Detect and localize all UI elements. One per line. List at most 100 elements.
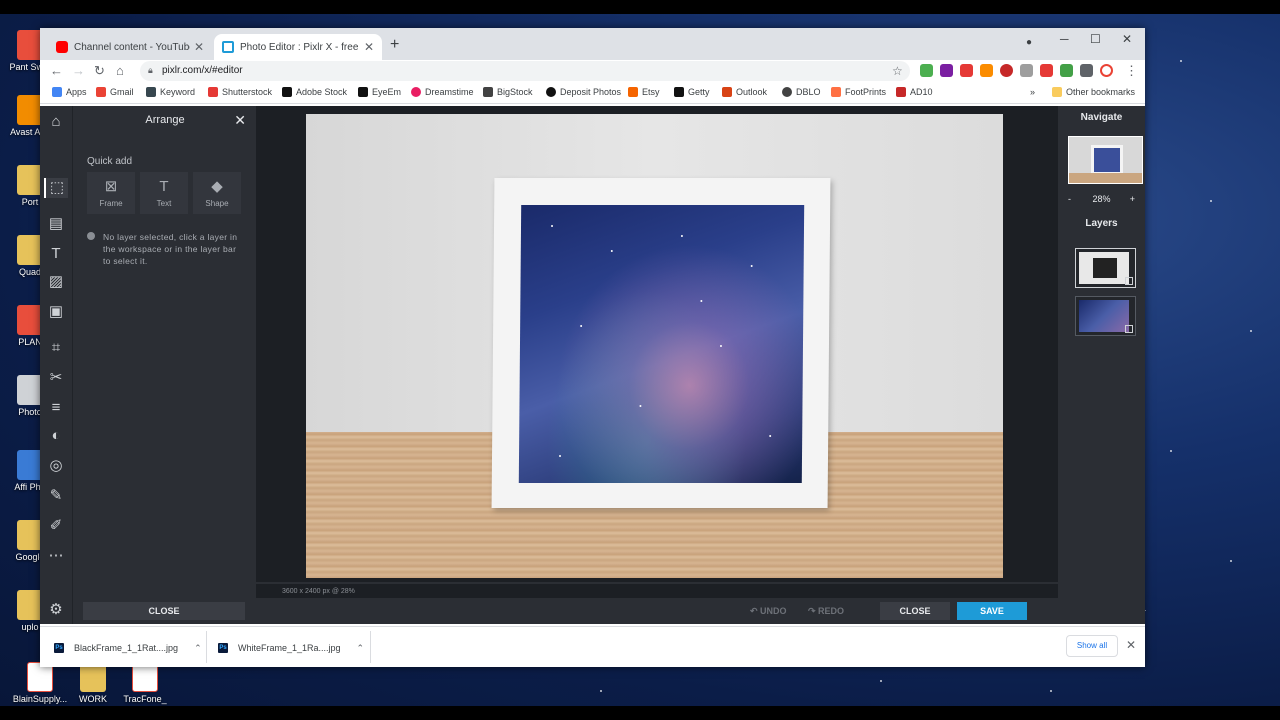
bookmark-dblo[interactable]: DBLO xyxy=(782,87,821,97)
zoom-in-button[interactable]: + xyxy=(1130,194,1135,204)
text-icon: T xyxy=(159,177,169,195)
horizontal-scrollbar[interactable] xyxy=(256,582,1058,584)
minimize-icon[interactable]: ─ xyxy=(1060,32,1069,46)
bookmark-getty[interactable]: Getty xyxy=(674,87,710,97)
bookmark-apps[interactable]: Apps xyxy=(52,87,87,97)
quick-add-frame-button[interactable]: ⊠ Frame xyxy=(87,172,135,214)
extension-icon[interactable] xyxy=(920,64,933,77)
star-dot xyxy=(750,265,753,267)
extension-icon[interactable] xyxy=(980,64,993,77)
bookmark-label: EyeEm xyxy=(372,87,402,97)
bookmark-ad10[interactable]: AD10 xyxy=(896,87,933,97)
quick-add-text-button[interactable]: T Text xyxy=(140,172,188,214)
outlook-icon xyxy=(722,87,732,97)
show-all-button[interactable]: Show all xyxy=(1066,635,1118,657)
extension-icon[interactable] xyxy=(940,64,953,77)
gmail-icon xyxy=(96,87,106,97)
bookmark-footprints[interactable]: FootPrints xyxy=(831,87,886,97)
more-bookmarks-button[interactable]: » xyxy=(1030,87,1035,97)
address-bar[interactable]: 🔒︎ pixlr.com/x/#editor xyxy=(140,61,910,81)
settings-gear-icon[interactable]: ⚙ xyxy=(46,600,66,620)
bookmark-adobe-stock[interactable]: Adobe Stock xyxy=(282,87,347,97)
cutout-scissors-icon[interactable]: ✂ xyxy=(46,368,66,388)
workspace[interactable]: 3600 x 2400 px @ 28% xyxy=(256,106,1058,624)
tab-pixlr-editor[interactable]: Photo Editor : Pixlr X - free image ✕ xyxy=(214,34,382,60)
profile-menu-icon[interactable]: ● xyxy=(1026,37,1032,48)
liquify-icon[interactable]: ◎ xyxy=(46,456,66,476)
arrange-panel: Arrange ✕ Quick add ⊠ Frame T Text ◆ Sha… xyxy=(72,106,256,624)
chevron-up-icon[interactable]: ⌃ xyxy=(357,643,365,654)
pattern-tool-icon[interactable]: ▨ xyxy=(46,272,66,292)
bookmark-keyword[interactable]: Keyword xyxy=(146,87,195,97)
home-icon[interactable]: ⌂ xyxy=(116,63,124,78)
redo-button[interactable]: ↷ REDO xyxy=(808,602,844,620)
chevron-up-icon[interactable]: ⌃ xyxy=(194,643,202,654)
arrange-tool-icon[interactable]: ⬚ xyxy=(44,178,68,198)
bookmark-dreamstime[interactable]: Dreamstime xyxy=(411,87,474,97)
adjust-sliders-icon[interactable]: ≡ xyxy=(46,398,66,418)
bookmark-shutterstock[interactable]: Shutterstock xyxy=(208,87,272,97)
top-black-bar xyxy=(0,0,1280,14)
reload-icon[interactable]: ↻ xyxy=(94,63,105,79)
star-dot xyxy=(559,455,562,457)
desktop-icon-label: Photo xyxy=(18,407,42,417)
undo-button[interactable]: ↶ UNDO xyxy=(750,602,787,620)
camera-extension-icon[interactable] xyxy=(1020,64,1033,77)
forward-icon[interactable]: → xyxy=(72,63,85,78)
filter-icon[interactable]: ◐ xyxy=(46,426,66,446)
draw-brush-icon[interactable]: ✐ xyxy=(46,516,66,536)
download-item[interactable]: Ps BlackFrame_1_1Rat....jpg ⌃ xyxy=(54,638,202,658)
save-button[interactable]: SAVE xyxy=(957,602,1027,620)
layer-galaxy[interactable] xyxy=(1075,296,1136,336)
retouch-icon[interactable]: ✎ xyxy=(46,486,66,506)
layer-visibility-checkbox[interactable] xyxy=(1125,277,1133,285)
desktop-icon[interactable]: WORK xyxy=(63,662,123,704)
bookmark-gmail[interactable]: Gmail xyxy=(96,87,134,97)
layer-frame[interactable] xyxy=(1075,248,1136,288)
image-tool-icon[interactable]: ▣ xyxy=(46,302,66,322)
bookmark-etsy[interactable]: Etsy xyxy=(628,87,660,97)
download-item[interactable]: Ps WhiteFrame_1_1Ra....jpg ⌃ xyxy=(218,638,364,658)
divider xyxy=(206,631,207,663)
extension-icon[interactable] xyxy=(1000,64,1013,77)
close-panel-icon[interactable]: ✕ xyxy=(234,112,246,129)
puzzle-extensions-icon[interactable] xyxy=(1080,64,1093,77)
browser-window: Channel content - YouTube Studio ✕ Photo… xyxy=(40,28,1146,667)
quick-add-shape-button[interactable]: ◆ Shape xyxy=(193,172,241,214)
close-downloads-icon[interactable]: ✕ xyxy=(1126,638,1136,652)
desktop-icon[interactable]: BlainSupply... xyxy=(10,662,70,704)
tab-youtube-studio[interactable]: Channel content - YouTube Studio ✕ xyxy=(48,34,212,60)
menu-kebab-icon[interactable]: ⋮ xyxy=(1125,63,1138,79)
ad10-icon xyxy=(896,87,906,97)
close-window-icon[interactable]: ✕ xyxy=(1122,32,1132,46)
text-tool-icon[interactable]: T xyxy=(46,244,66,264)
crop-icon[interactable]: ⌗ xyxy=(46,338,66,358)
back-icon[interactable]: ← xyxy=(50,63,63,78)
tab-strip: Channel content - YouTube Studio ✕ Photo… xyxy=(40,28,1145,60)
desktop-icon[interactable]: TracFone_ xyxy=(115,662,175,704)
redo-label: REDO xyxy=(818,606,845,616)
layers-tool-icon[interactable]: ▤ xyxy=(46,214,66,234)
other-bookmarks[interactable]: Other bookmarks xyxy=(1052,87,1135,97)
bookmark-deposit-photos[interactable]: Deposit Photos xyxy=(546,87,621,97)
bookmark-eyeem[interactable]: EyeEm xyxy=(358,87,401,97)
extension-icon[interactable] xyxy=(1060,64,1073,77)
extension-icon[interactable] xyxy=(1040,64,1053,77)
maximize-icon[interactable]: ☐ xyxy=(1090,32,1101,46)
profile-avatar-icon[interactable] xyxy=(1100,64,1113,77)
close-tab-icon[interactable]: ✕ xyxy=(364,40,374,54)
getty-icon xyxy=(674,87,684,97)
bookmark-outlook[interactable]: Outlook xyxy=(722,87,767,97)
close-tab-icon[interactable]: ✕ xyxy=(194,40,204,54)
close-button[interactable]: CLOSE xyxy=(880,602,950,620)
home-icon[interactable]: ⌂ xyxy=(46,112,66,132)
bookmark-star-icon[interactable]: ☆ xyxy=(892,64,903,78)
navigator-thumbnail[interactable] xyxy=(1068,136,1143,184)
new-tab-button[interactable]: + xyxy=(390,36,399,54)
more-tools-icon[interactable]: ⋯ xyxy=(46,546,66,566)
panel-close-button[interactable]: CLOSE xyxy=(83,602,245,620)
layer-visibility-checkbox[interactable] xyxy=(1125,325,1133,333)
bookmark-bigstock[interactable]: BigStock xyxy=(483,87,533,97)
extension-icon[interactable] xyxy=(960,64,973,77)
image-canvas[interactable] xyxy=(306,114,1003,578)
